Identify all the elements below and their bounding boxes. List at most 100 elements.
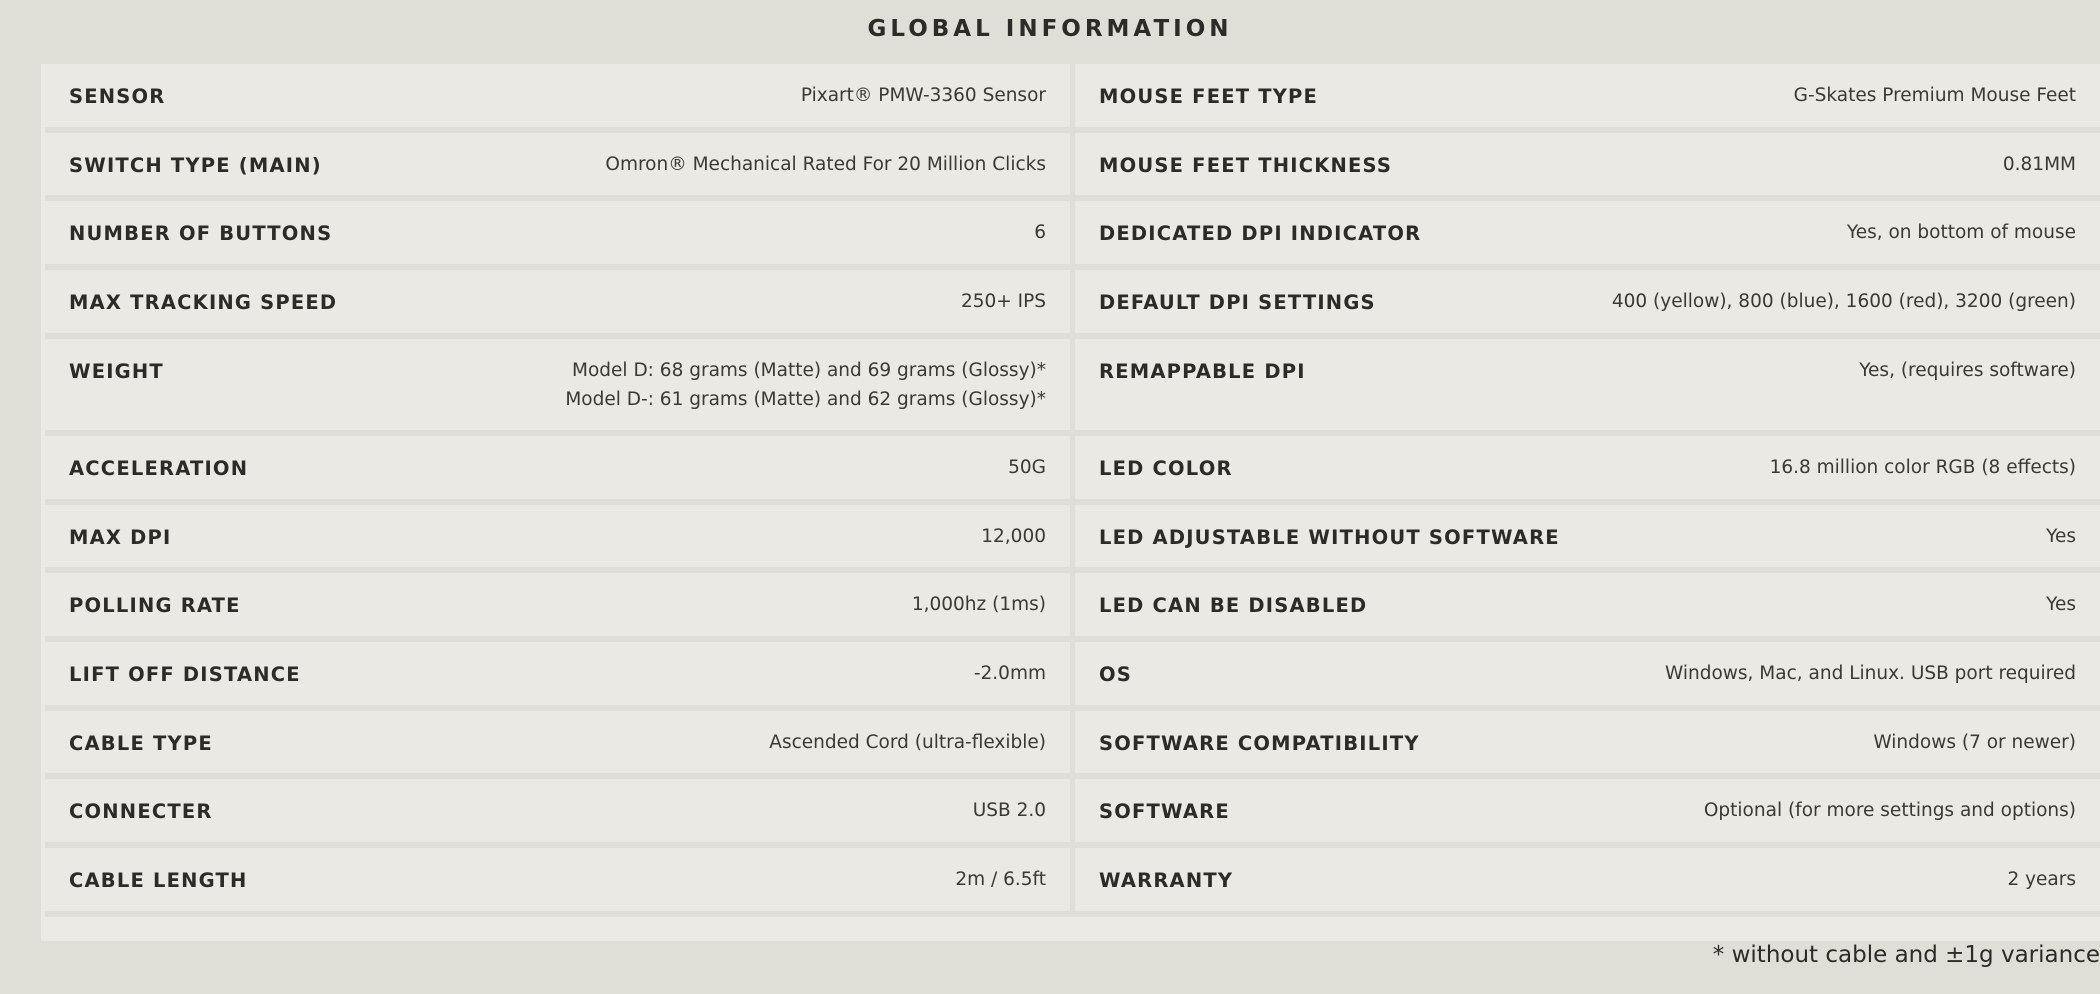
spec-row: OS Windows, Mac, and Linux. USB port requ…: [1075, 642, 2100, 711]
spec-label: REMAPPABLE DPI: [1099, 360, 1306, 383]
spec-row: ACCELERATION 50G: [45, 436, 1070, 505]
spec-label: MOUSE FEET THICKNESS: [1099, 154, 1393, 177]
spec-value-line: Windows, Mac, and Linux. USB port requir…: [1664, 663, 2076, 684]
spec-value: Omron® Mechanical Rated For 20 Million C…: [605, 150, 1046, 179]
spec-value: Pixart® PMW-3360 Sensor: [801, 81, 1046, 110]
spec-value: Yes: [2046, 590, 2076, 619]
spec-value-line: 6: [1034, 222, 1046, 243]
spec-value: -2.0mm: [974, 659, 1046, 688]
spec-value-line: Yes, on bottom of mouse: [1846, 222, 2076, 243]
spec-value-line: Yes: [2046, 594, 2076, 615]
spec-row: LED CAN BE DISABLED Yes: [1075, 573, 2100, 642]
spec-label: WARRANTY: [1099, 869, 1234, 892]
spec-value: 0.81MM: [2003, 150, 2076, 179]
spec-value: 12,000: [981, 522, 1046, 551]
spec-value-line: 50G: [1008, 457, 1046, 478]
spec-value-line: G-Skates Premium Mouse Feet: [1793, 85, 2076, 106]
spec-value-line: 12,000: [981, 526, 1046, 547]
page-title: GLOBAL INFORMATION: [867, 16, 1233, 42]
spec-label: CONNECTER: [69, 800, 213, 823]
spec-row: MOUSE FEET THICKNESS 0.81MM: [1075, 133, 2100, 201]
spec-row: CABLE LENGTH 2m / 6.5ft: [45, 848, 1070, 917]
spec-value-line: 2 years: [2007, 869, 2076, 890]
spec-row: CONNECTER USB 2.0: [45, 779, 1070, 848]
spec-row: MAX TRACKING SPEED 250+ IPS: [45, 270, 1070, 339]
spec-row: SOFTWARE COMPATIBILITY Windows (7 or newe…: [1075, 711, 2100, 779]
spec-value-line: USB 2.0: [972, 800, 1046, 821]
spec-row: DEDICATED DPI INDICATOR Yes, on bottom of…: [1075, 201, 2100, 270]
spec-value-line: Windows (7 or newer): [1873, 732, 2076, 753]
spec-value: 1,000hz (1ms): [912, 590, 1046, 619]
spec-value: Ascended Cord (ultra-flexible): [769, 728, 1046, 757]
spec-row: SENSOR Pixart® PMW-3360 Sensor: [45, 64, 1070, 133]
spec-label: OS: [1099, 663, 1133, 686]
spec-row: LED COLOR 16.8 million color RGB (8 effec…: [1075, 436, 2100, 505]
spec-value: 2 years: [2007, 865, 2076, 894]
spec-value: Yes: [2046, 522, 2076, 551]
spec-value: 250+ IPS: [961, 287, 1046, 316]
spec-value-line: 0.81MM: [2002, 154, 2076, 175]
spec-label: LED CAN BE DISABLED: [1099, 594, 1368, 617]
spec-row: NUMBER OF BUTTONS 6: [45, 201, 1070, 270]
spec-label: SENSOR: [69, 85, 166, 108]
spec-label: LED ADJUSTABLE WITHOUT SOFTWARE: [1099, 526, 1560, 549]
spec-value: Yes, on bottom of mouse: [1847, 218, 2076, 247]
spec-label: LED COLOR: [1099, 457, 1233, 480]
spec-label: POLLING RATE: [69, 594, 241, 617]
spec-value-line: Ascended Cord (ultra-flexible): [769, 732, 1046, 753]
spec-value-line: -2.0mm: [973, 663, 1046, 684]
spec-value: Windows (7 or newer): [1873, 728, 2076, 757]
spec-label: NUMBER OF BUTTONS: [69, 222, 333, 245]
spec-label: CABLE TYPE: [69, 732, 213, 755]
spec-value: 2m / 6.5ft: [955, 865, 1046, 894]
spec-value-line: Model D-: 61 grams (Matte) and 62 grams …: [565, 389, 1046, 410]
spec-value: USB 2.0: [973, 796, 1046, 825]
spec-value-line: 2m / 6.5ft: [955, 869, 1046, 890]
spec-row: MAX DPI 12,000: [45, 505, 1070, 573]
spec-value-line: Model D: 68 grams (Matte) and 69 grams (…: [572, 360, 1046, 381]
spec-value-line: 400 (yellow), 800 (blue), 1600 (red), 32…: [1611, 291, 2076, 312]
spec-label: SOFTWARE: [1099, 800, 1230, 823]
spec-value-line: Yes, (requires software): [1859, 360, 2076, 381]
spec-value: 400 (yellow), 800 (blue), 1600 (red), 32…: [1612, 287, 2076, 316]
spec-label: CABLE LENGTH: [69, 869, 248, 892]
spec-row: DEFAULT DPI SETTINGS 400 (yellow), 800 (b…: [1075, 270, 2100, 339]
spec-value: G-Skates Premium Mouse Feet: [1794, 81, 2076, 110]
spec-value: 50G: [1008, 453, 1046, 482]
spec-row: SOFTWARE Optional (for more settings and …: [1075, 779, 2100, 848]
spec-value-line: 16.8 million color RGB (8 effects): [1769, 457, 2076, 478]
spec-label: SOFTWARE COMPATIBILITY: [1099, 732, 1420, 755]
spec-label: LIFT OFF DISTANCE: [69, 663, 301, 686]
weight-footnote: * without cable and ±1g variance: [1712, 942, 2100, 968]
spec-value-line: Optional (for more settings and options): [1703, 800, 2076, 821]
spec-label: DEDICATED DPI INDICATOR: [1099, 222, 1422, 245]
spec-label: ACCELERATION: [69, 457, 249, 480]
spec-label: WEIGHT: [69, 360, 164, 383]
spec-value-line: Omron® Mechanical Rated For 20 Million C…: [605, 154, 1046, 175]
spec-row: LIFT OFF DISTANCE -2.0mm: [45, 642, 1070, 711]
spec-row: WARRANTY 2 years: [1075, 848, 2100, 917]
spec-row: LED ADJUSTABLE WITHOUT SOFTWARE Yes: [1075, 505, 2100, 573]
spec-value: Windows, Mac, and Linux. USB port requir…: [1665, 659, 2076, 688]
spec-label: MOUSE FEET TYPE: [1099, 85, 1319, 108]
spec-value: Model D: 68 grams (Matte) and 69 grams (…: [565, 356, 1046, 414]
spec-value-line: 1,000hz (1ms): [911, 594, 1046, 615]
spec-value-line: 250+ IPS: [960, 291, 1046, 312]
specs-panel: SENSOR Pixart® PMW-3360 Sensor SWITCH TYPE…: [41, 64, 2100, 941]
spec-value-line: Yes: [2046, 526, 2076, 547]
spec-value: 16.8 million color RGB (8 effects): [1770, 453, 2076, 482]
spec-value: 6: [1034, 218, 1046, 247]
spec-row: POLLING RATE 1,000hz (1ms): [45, 573, 1070, 642]
spec-row: MOUSE FEET TYPE G-Skates Premium Mouse Fe…: [1075, 64, 2100, 133]
spec-row: REMAPPABLE DPI Yes, (requires software): [1075, 339, 2100, 436]
spec-label: DEFAULT DPI SETTINGS: [1099, 291, 1376, 314]
spec-value-line: Pixart® PMW-3360 Sensor: [800, 85, 1046, 106]
spec-value: Optional (for more settings and options): [1704, 796, 2076, 825]
spec-row: WEIGHT Model D: 68 grams (Matte) and 69 g…: [45, 339, 1070, 436]
spec-label: MAX DPI: [69, 526, 172, 549]
spec-label: SWITCH TYPE (MAIN): [69, 154, 322, 177]
spec-label: MAX TRACKING SPEED: [69, 291, 338, 314]
spec-value: Yes, (requires software): [1859, 356, 2076, 385]
spec-row: CABLE TYPE Ascended Cord (ultra-flexible): [45, 711, 1070, 779]
spec-row: SWITCH TYPE (MAIN) Omron® Mechanical Rate…: [45, 133, 1070, 201]
